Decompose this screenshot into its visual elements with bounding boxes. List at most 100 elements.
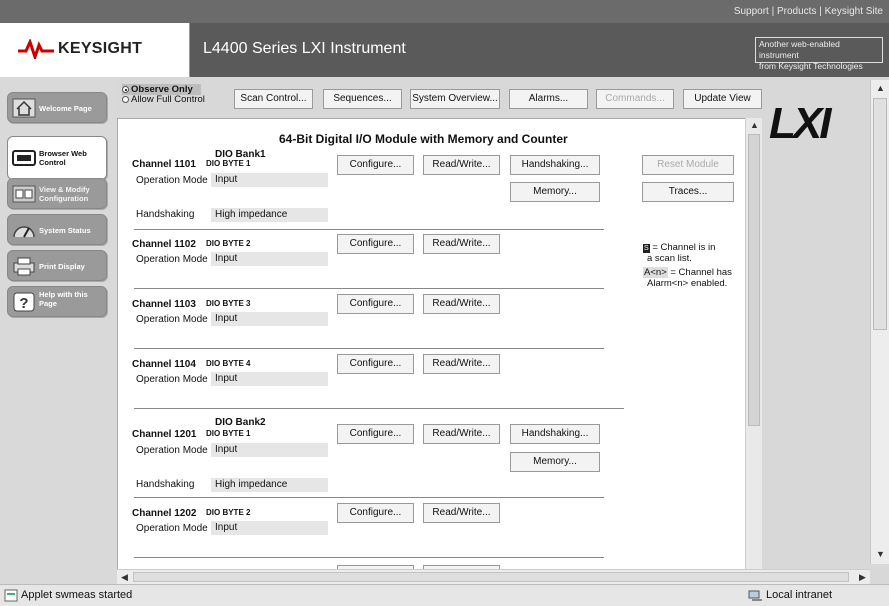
- lxi-logo-text: LXI: [769, 99, 832, 144]
- channel-label: Channel 1201: [132, 429, 197, 440]
- banner-line-2: from Keysight Technologies: [759, 61, 863, 71]
- system-overview-button[interactable]: System Overview...: [410, 89, 500, 109]
- configure-button[interactable]: Configure...: [337, 354, 414, 374]
- keysight-logo[interactable]: KEYSIGHT: [0, 23, 190, 77]
- operation-mode-value: Input: [211, 521, 328, 535]
- memory-button[interactable]: Memory...: [510, 452, 600, 472]
- channel-label: Channel 1103: [132, 299, 196, 310]
- alarms-button[interactable]: Alarms...: [509, 89, 588, 109]
- memory-button[interactable]: Memory...: [510, 182, 600, 202]
- configure-button[interactable]: Configure...: [337, 503, 414, 523]
- sidebar-item-label: View & Modify Configuration: [39, 185, 90, 203]
- sidebar-item-label: Help with this Page: [39, 290, 88, 308]
- scrollbar-thumb[interactable]: [133, 572, 849, 582]
- byte-label: DIO BYTE 3: [206, 299, 251, 308]
- lxi-logo: LXI: [769, 99, 835, 144]
- window-vertical-scrollbar[interactable]: ▲ ▼: [870, 80, 889, 564]
- bank-label: DIO Bank2: [215, 417, 266, 428]
- legend-text: = Channel has: [670, 267, 732, 278]
- divider: [134, 408, 624, 409]
- traces-button[interactable]: Traces...: [642, 182, 734, 202]
- sidebar-item-label: Print Display: [39, 262, 85, 271]
- channel-label: Channel 1101: [132, 159, 196, 170]
- scroll-right-arrow-icon[interactable]: ▶: [855, 570, 870, 585]
- configure-button[interactable]: Configure...: [337, 424, 414, 444]
- scroll-left-arrow-icon[interactable]: ◀: [117, 570, 132, 585]
- page-icon: [4, 589, 18, 602]
- handshaking-label: Handshaking: [136, 479, 195, 490]
- handshaking-value: High impedance: [211, 208, 328, 222]
- home-icon: [12, 98, 36, 118]
- read-write-button[interactable]: Read/Write...: [423, 294, 500, 314]
- read-write-button[interactable]: Read/Write...: [423, 234, 500, 254]
- read-write-button[interactable]: Read/Write...: [423, 424, 500, 444]
- another-instrument-banner[interactable]: Another web-enabled instrument from Keys…: [755, 37, 883, 71]
- reset-module-button[interactable]: Reset Module: [642, 155, 734, 175]
- sequences-button[interactable]: Sequences...: [323, 89, 402, 109]
- divider: [134, 288, 604, 289]
- read-write-button[interactable]: Read/Write...: [423, 503, 500, 523]
- alarm-marker: A<n>: [643, 267, 668, 278]
- logo-text: KEYSIGHT: [58, 40, 143, 57]
- legend-text: Alarm<n> enabled.: [647, 278, 728, 289]
- commands-button[interactable]: Commands...: [596, 89, 674, 109]
- handshaking-button[interactable]: Handshaking...: [510, 155, 600, 175]
- legend-text: = Channel is in: [652, 242, 716, 253]
- sidebar-item-label: System Status: [39, 226, 91, 235]
- byte-label: DIO BYTE 2: [206, 239, 251, 248]
- scan-control-button[interactable]: Scan Control...: [234, 89, 313, 109]
- handshaking-label: Handshaking: [136, 209, 195, 220]
- byte-label: DIO BYTE 2: [206, 508, 251, 517]
- keysight-wave-icon: [18, 39, 54, 59]
- products-link[interactable]: Products: [777, 6, 816, 17]
- support-link[interactable]: Support: [734, 6, 769, 17]
- scan-list-icon: S: [643, 244, 650, 253]
- link-separator: |: [768, 6, 777, 17]
- link-separator: |: [816, 6, 825, 17]
- configure-button[interactable]: Configure...: [337, 294, 414, 314]
- status-bar: Applet swmeas started Local intranet: [0, 584, 889, 606]
- allow-full-control-radio[interactable]: Allow Full Control: [122, 94, 205, 105]
- handshaking-button[interactable]: Handshaking...: [510, 424, 600, 444]
- divider: [134, 557, 604, 558]
- module-title: 64-Bit Digital I/O Module with Memory an…: [279, 132, 568, 146]
- legend: S = Channel is in a scan list. A<n> = Ch…: [643, 242, 732, 289]
- scroll-up-arrow-icon[interactable]: ▲: [873, 81, 888, 96]
- configure-button[interactable]: Configure...: [337, 234, 414, 254]
- control-toolbar: Observe Only Allow Full Control Scan Con…: [117, 84, 767, 114]
- read-write-button[interactable]: Read/Write...: [423, 155, 500, 175]
- help-icon: ?: [13, 292, 35, 312]
- scrollbar-thumb[interactable]: [873, 98, 887, 330]
- scroll-up-arrow-icon[interactable]: ▲: [747, 118, 762, 133]
- status-message: Applet swmeas started: [21, 589, 133, 601]
- keysight-site-link[interactable]: Keysight Site: [825, 6, 883, 17]
- operation-mode-label: Operation Mode: [136, 254, 208, 265]
- read-write-button[interactable]: Read/Write...: [423, 354, 500, 374]
- update-view-button[interactable]: Update View: [683, 89, 762, 109]
- sidebar-item-help[interactable]: ? Help with this Page: [7, 286, 107, 317]
- scrollbar-thumb[interactable]: [748, 134, 760, 426]
- sidebar-item-system-status[interactable]: System Status: [7, 214, 107, 245]
- sidebar-item-browser-web-control[interactable]: Browser Web Control: [7, 136, 107, 180]
- sidebar-item-welcome[interactable]: Welcome Page: [7, 92, 107, 123]
- keyboard-icon: [12, 150, 36, 166]
- configuration-icon: [12, 185, 36, 203]
- sidebar-item-configuration[interactable]: View & Modify Configuration: [7, 178, 107, 209]
- configure-button[interactable]: Configure...: [337, 155, 414, 175]
- divider: [134, 497, 604, 498]
- allow-full-control-label: Allow Full Control: [131, 94, 205, 105]
- channel-label: Channel 1202: [132, 508, 197, 519]
- operation-mode-value: Input: [211, 372, 328, 386]
- scroll-down-arrow-icon[interactable]: ▼: [873, 547, 888, 562]
- operation-mode-label: Operation Mode: [136, 374, 208, 385]
- page-header: KEYSIGHT L4400 Series LXI Instrument Ano…: [0, 23, 889, 77]
- gauge-icon: [13, 226, 35, 238]
- channel-label: Channel 1102: [132, 239, 196, 250]
- operation-mode-label: Operation Mode: [136, 445, 208, 456]
- horizontal-scrollbar[interactable]: ◀ ▶: [117, 569, 870, 584]
- radio-unselected-icon: [122, 96, 129, 103]
- panel-vertical-scrollbar[interactable]: ▲: [745, 118, 762, 571]
- sidebar-item-print-display[interactable]: Print Display: [7, 250, 107, 281]
- svg-text:?: ?: [19, 295, 28, 312]
- legend-text: a scan list.: [647, 253, 692, 264]
